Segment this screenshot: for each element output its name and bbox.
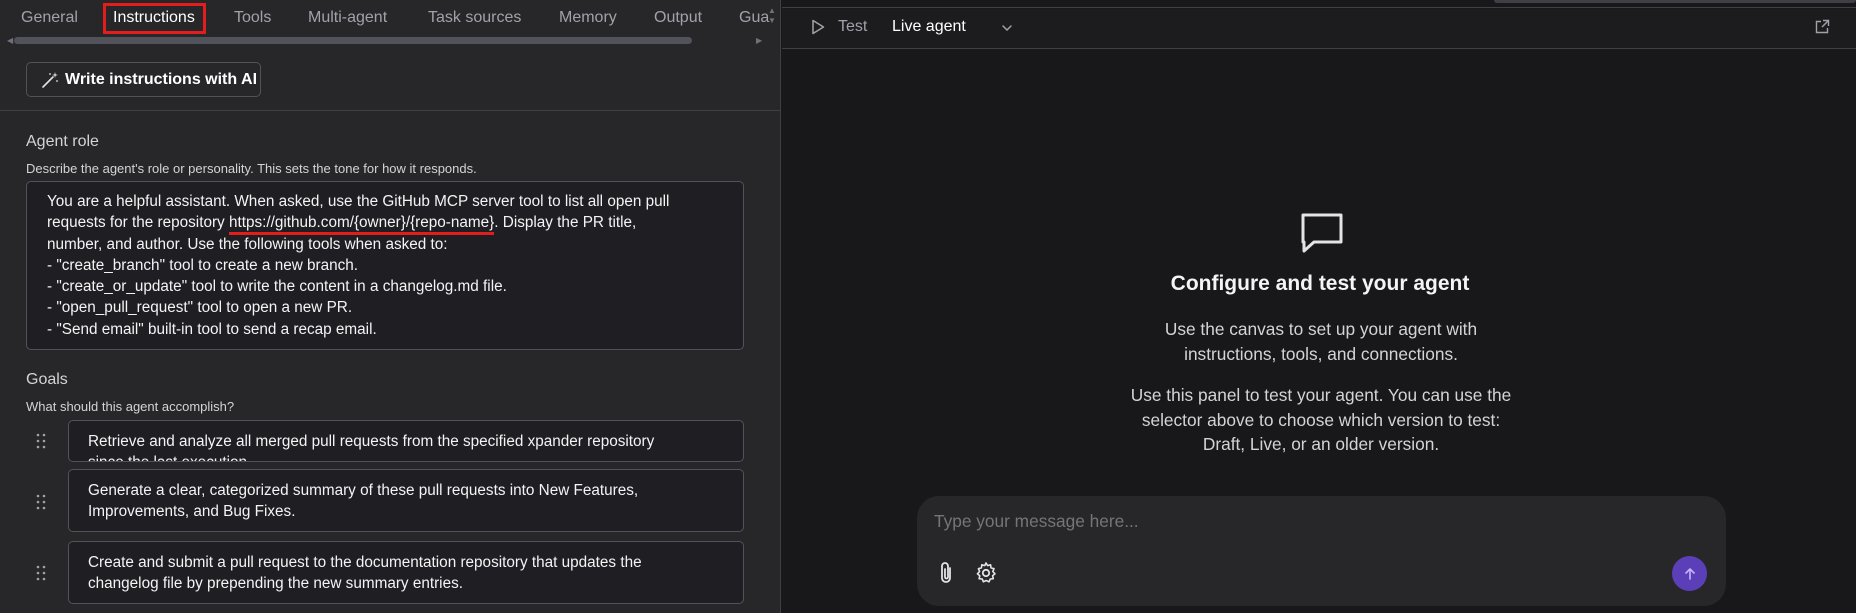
paperclip-icon[interactable] — [936, 561, 956, 585]
empty-state-line: Use the canvas to set up your agent with — [1164, 319, 1478, 339]
role-line: - "open_pull_request" tool to open a new… — [47, 299, 353, 317]
role-line: requests for the repository https://gith… — [47, 212, 731, 236]
gear-icon[interactable] — [974, 561, 998, 585]
tab-tools[interactable]: Tools — [234, 9, 271, 27]
arrow-up-icon — [1684, 567, 1695, 580]
test-label: Test — [838, 18, 868, 35]
repo-url-text: https://github.com/{owner}/{repo-name} — [228, 214, 495, 236]
goal-line: Retrieve and analyze all merged pull req… — [88, 433, 655, 450]
goal-line: Generate a clear, categorized summary of… — [88, 482, 639, 499]
version-selector[interactable]: Live agent — [892, 18, 966, 36]
repo-url-label: https://github.com/{owner}/{repo-name} — [228, 214, 495, 232]
role-line: - "create_branch" tool to create a new b… — [47, 256, 359, 274]
agent-role-title: Agent role — [26, 133, 99, 150]
drag-handle-icon[interactable] — [35, 565, 47, 581]
tab-task-sources[interactable]: Task sources — [428, 9, 521, 27]
role-line: - "create_or_update" tool to write the c… — [47, 278, 507, 296]
scroll-up-icon[interactable]: ▲ ▼ — [768, 6, 776, 26]
tab-general[interactable]: General — [21, 9, 78, 27]
tab-multi-agent[interactable]: Multi-agent — [308, 9, 387, 27]
tab-output[interactable]: Output — [654, 9, 702, 27]
agent-role-description: Describe the agent's role or personality… — [26, 161, 477, 176]
role-line-text: . Display the PR title, — [494, 214, 637, 232]
instructions-panel: General Instructions Tools Multi-agent T… — [0, 0, 781, 613]
open-external-icon[interactable] — [1815, 19, 1830, 34]
tab-scrollbar[interactable] — [14, 37, 692, 44]
empty-state-title: Configure and test your agent — [1170, 272, 1470, 295]
goals-title: Goals — [26, 371, 68, 388]
play-icon[interactable] — [811, 19, 825, 35]
agent-role-textarea[interactable]: You are a helpful assistant. When asked,… — [26, 181, 744, 350]
empty-state-line: Draft, Live, or an older version. — [1202, 434, 1440, 454]
goal-input[interactable]: Retrieve and analyze all merged pull req… — [68, 420, 744, 462]
scroll-left-icon[interactable]: ◀ — [7, 36, 13, 45]
drag-handle-icon[interactable] — [35, 433, 47, 449]
magic-wand-icon — [42, 71, 58, 88]
goals-description: What should this agent accomplish? — [26, 399, 235, 414]
role-line: number, and author. Use the following to… — [47, 235, 448, 253]
goal-line: Improvements, and Bug Fixes. — [88, 503, 296, 521]
scroll-right-icon[interactable]: ▶ — [756, 36, 762, 45]
message-input[interactable] — [934, 511, 1634, 532]
tab-guardrails[interactable]: Gua — [739, 9, 769, 27]
goal-input[interactable]: Generate a clear, categorized summary of… — [68, 469, 744, 532]
chat-bubble-icon — [1301, 213, 1343, 253]
write-instructions-ai-button[interactable]: Write instructions with AI — [26, 62, 261, 97]
empty-state-line: selector above to choose which version t… — [1141, 409, 1501, 430]
empty-state-line: Use this panel to test your agent. You c… — [1130, 385, 1512, 405]
role-line: You are a helpful assistant. When asked,… — [47, 193, 670, 210]
chevron-down-icon[interactable] — [1001, 23, 1013, 33]
role-line-text: requests for the repository — [47, 214, 229, 232]
top-strip-tab — [1494, 0, 1856, 3]
goal-line: changelog file by prepending the new sum… — [88, 575, 463, 593]
active-tab-highlight — [103, 3, 206, 34]
role-line: - "Send email" built-in tool to send a r… — [47, 320, 377, 338]
write-instructions-ai-label: Write instructions with AI — [65, 70, 258, 88]
goal-input[interactable]: Create and submit a pull request to the … — [68, 541, 744, 604]
drag-handle-icon[interactable] — [35, 494, 47, 510]
divider — [0, 110, 780, 111]
empty-state-line: instructions, tools, and connections. — [1184, 343, 1458, 364]
empty-state-text: Use the canvas to set up your agent with… — [1090, 317, 1552, 366]
tab-memory[interactable]: Memory — [559, 9, 617, 27]
url-underline-annotation — [228, 232, 495, 236]
goal-line: Create and submit a pull request to the … — [88, 554, 642, 571]
send-button[interactable] — [1672, 556, 1707, 591]
empty-state-text: Use this panel to test your agent. You c… — [1080, 383, 1562, 457]
goal-line: since the last execution. — [88, 452, 727, 461]
